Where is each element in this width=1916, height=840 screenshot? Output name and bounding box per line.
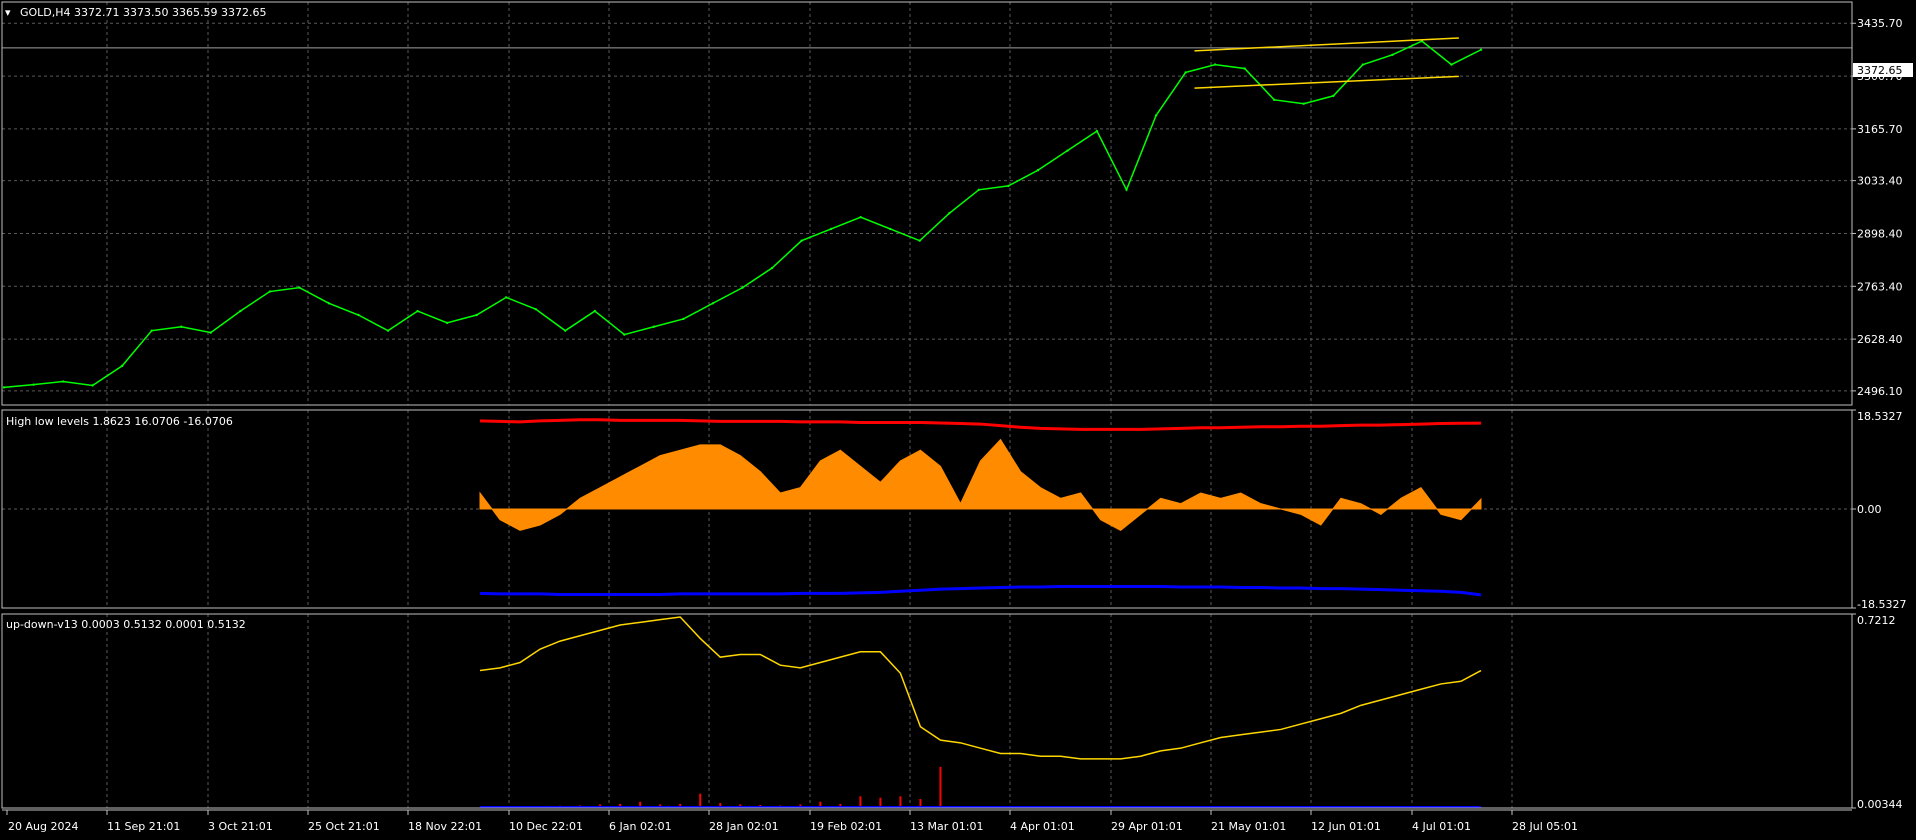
- price-point: [948, 212, 951, 215]
- x-tick-label: 21 May 01:01: [1211, 820, 1286, 833]
- price-point: [416, 309, 419, 313]
- x-tick-label: 18 Nov 22:01: [408, 820, 482, 833]
- price-point: [357, 313, 360, 317]
- price-point: [623, 333, 626, 336]
- price-point: [1007, 184, 1010, 188]
- price-point: [977, 188, 981, 192]
- updown-main-line: [479, 616, 1482, 760]
- price-point: [1095, 129, 1099, 133]
- price-point: [1332, 94, 1335, 98]
- x-tick-label: 3 Oct 21:01: [208, 820, 273, 833]
- price-point: [859, 215, 862, 219]
- frames: [1, 1, 1853, 811]
- y-tick-label: 2898.40: [1857, 227, 1903, 240]
- x-tick-label: 13 Mar 01:01: [910, 820, 983, 833]
- price-point: [1184, 71, 1187, 74]
- x-tick-label: 10 Dec 22:01: [509, 820, 583, 833]
- price-point: [682, 317, 685, 321]
- indicator1-title: High low levels 1.8623 16.0706 -16.0706: [6, 415, 233, 428]
- x-tick-label: 25 Oct 21:01: [308, 820, 380, 833]
- upper-level-line: [479, 418, 1482, 431]
- price-point: [1066, 149, 1069, 152]
- price-point: [386, 329, 390, 332]
- y-tick-label: 2496.10: [1857, 385, 1903, 398]
- main-chart-title: GOLD,H4 3372.71 3373.50 3365.59 3372.65: [20, 6, 267, 19]
- price-point: [652, 325, 656, 328]
- y-tick-label: 0.00: [1857, 503, 1882, 516]
- price-point: [32, 383, 35, 386]
- y-tick-label: 0.7212: [1857, 614, 1896, 627]
- price-point: [1036, 169, 1040, 172]
- price-point: [889, 227, 892, 231]
- price-point: [91, 384, 94, 387]
- y-tick-label: -18.5327: [1857, 598, 1906, 611]
- axes: 3435.703300.703165.703033.402898.402763.…: [6, 17, 1906, 833]
- indicator2-title: up-down-v13 0.0003 0.5132 0.0001 0.5132: [6, 618, 246, 631]
- price-point: [1361, 63, 1365, 66]
- chart-canvas[interactable]: 3435.703300.703165.703033.402898.402763.…: [0, 0, 1916, 840]
- price-point: [1450, 63, 1453, 66]
- x-tick-label: 28 Jul 05:01: [1512, 820, 1578, 833]
- price-point: [2, 386, 6, 389]
- x-tick-label: 28 Jan 02:01: [709, 820, 779, 833]
- price-point: [180, 325, 183, 328]
- price-point: [209, 331, 212, 334]
- price-point: [711, 302, 715, 305]
- lower-level-line: [479, 584, 1482, 597]
- x-tick-label: 4 Apr 01:01: [1010, 820, 1075, 833]
- x-tick-label: 11 Sep 21:01: [107, 820, 180, 833]
- price-point: [1213, 63, 1217, 66]
- price-point: [1125, 188, 1128, 192]
- price-point: [534, 307, 537, 311]
- symbol-menu-icon[interactable]: ▾: [5, 6, 11, 19]
- price-point: [829, 227, 833, 231]
- price-point: [61, 380, 65, 383]
- x-tick-label: 19 Feb 02:01: [810, 820, 882, 833]
- price-point: [268, 290, 272, 293]
- y-tick-label: 3033.40: [1857, 175, 1903, 188]
- price-point: [445, 321, 449, 325]
- x-tick-label: 29 Apr 01:01: [1111, 820, 1183, 833]
- price-point: [150, 329, 153, 332]
- price-point: [120, 364, 124, 368]
- x-tick-label: 6 Jan 02:01: [609, 820, 672, 833]
- price-point: [1154, 114, 1158, 117]
- x-tick-label: 4 Jul 01:01: [1412, 820, 1471, 833]
- price-point: [1479, 48, 1483, 51]
- channel-upper-line: [1194, 37, 1459, 52]
- price-point: [239, 309, 242, 313]
- price-point: [298, 286, 301, 289]
- price-point: [1302, 102, 1305, 105]
- panel-frame: [1, 1, 1853, 406]
- price-point: [1391, 53, 1394, 57]
- price-point: [475, 313, 478, 317]
- price-point: [741, 286, 744, 289]
- y-tick-label: 18.5327: [1857, 410, 1903, 423]
- price-point: [564, 329, 567, 332]
- y-tick-label: 2763.40: [1857, 280, 1903, 293]
- price-point: [1243, 67, 1246, 70]
- price-point: [770, 266, 774, 270]
- y-tick-label: 3435.70: [1857, 17, 1903, 30]
- x-tick-label: 12 Jun 01:01: [1311, 820, 1381, 833]
- channel-lower-line: [1194, 75, 1459, 89]
- price-point: [918, 239, 921, 242]
- price-point: [504, 296, 508, 299]
- price-point: [593, 309, 596, 313]
- price-point: [1273, 98, 1276, 102]
- panel-frame: [1, 613, 1853, 809]
- y-tick-label: 3165.70: [1857, 123, 1903, 136]
- price-point: [800, 239, 803, 242]
- y-tick-label: 2628.40: [1857, 333, 1903, 346]
- price-point: [327, 302, 331, 305]
- x-tick-label: 20 Aug 2024: [8, 820, 78, 833]
- price-line: [3, 40, 1482, 389]
- plot-area: [2, 37, 1852, 809]
- current-price-label: 3372.65: [1857, 64, 1903, 77]
- y-tick-label: 0.00344: [1857, 798, 1903, 811]
